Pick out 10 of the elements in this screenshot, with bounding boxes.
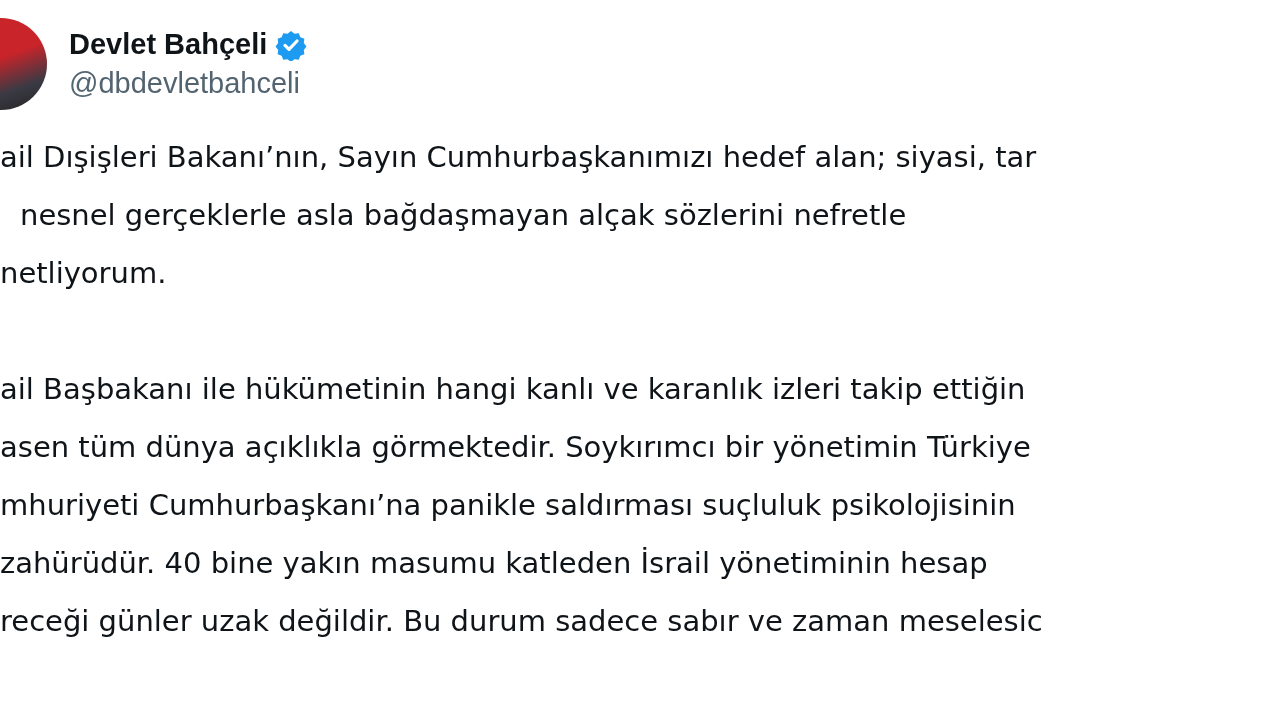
author-name[interactable]: Devlet Bahçeli — [69, 28, 268, 61]
tweet-text-line: zahürüdür. 40 bine yakın masumu katleden İsrail yönetiminin hesap — [0, 545, 988, 582]
tweet-text-line: netliyorum. — [0, 255, 167, 292]
author-handle[interactable]: @dbdevletbahceli — [69, 67, 308, 100]
tweet-text-line: asen tüm dünya açıklıkla görmektedir. Soykırımcı bir yönetimin Türkiye — [0, 429, 1031, 466]
tweet-text-line: nesnel gerçeklerle asla bağdaşmayan alçak sözlerini nefretle — [19, 197, 907, 234]
tweet-text-line: receği günler uzak değildir. Bu durum sadece sabır ve zaman meselesic — [0, 603, 1043, 640]
tweet-text-line: mhuriyeti Cumhurbaşkanı’na panikle saldırması suçluluk psikolojisinin — [0, 487, 1016, 524]
tweet-text-line: ail Dışişleri Bakanı’nın, Sayın Cumhurbaşkanımızı hedef alan; siyasi, tar — [0, 139, 1037, 176]
tweet-text-line: ail Başbakanı ile hükümetinin hangi kanlı ve karanlık izleri takip ettiğin — [0, 371, 1026, 408]
